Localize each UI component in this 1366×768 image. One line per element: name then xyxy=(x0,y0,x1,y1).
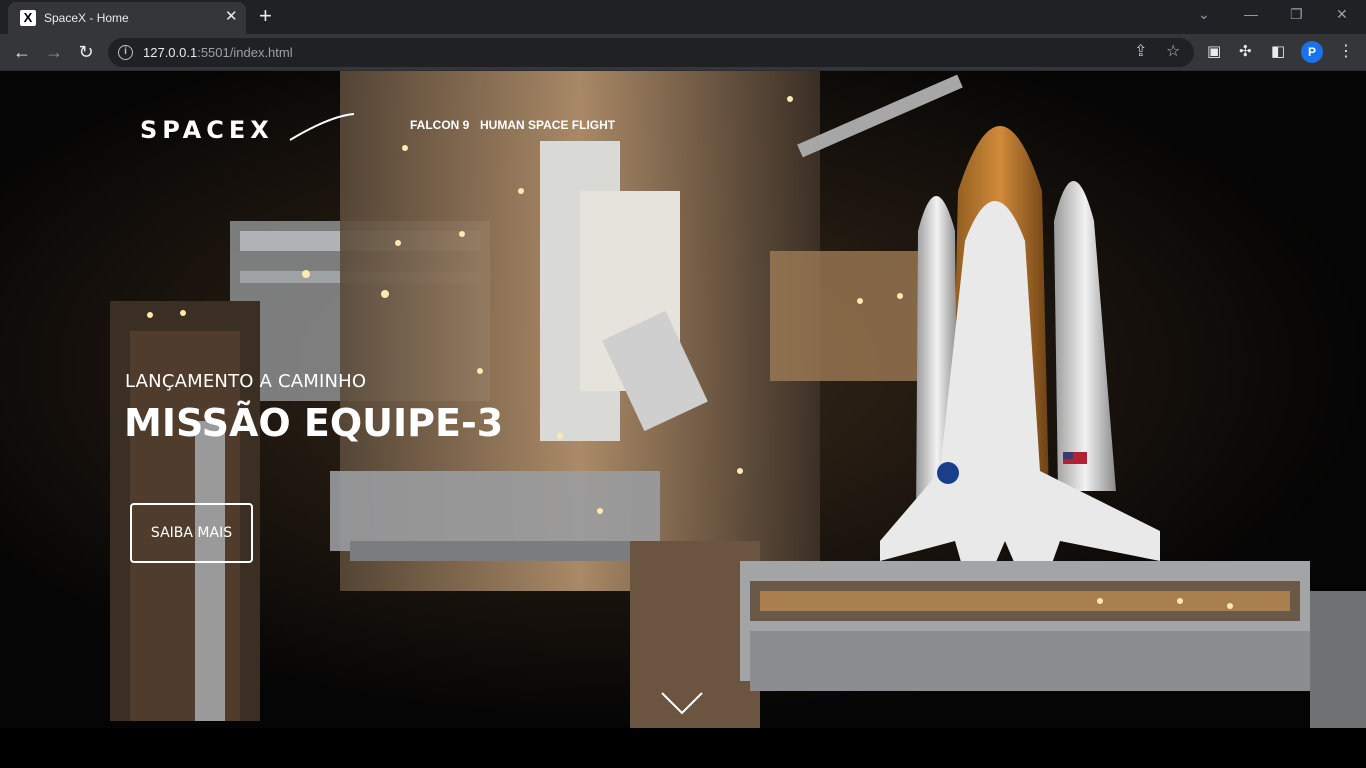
hero-background-image xyxy=(0,71,1366,728)
url-host: 127.0.0.1 xyxy=(143,45,198,60)
logo-wordmark: SPACEX xyxy=(140,116,274,144)
profile-avatar[interactable]: P xyxy=(1301,41,1323,63)
nav-link-human-space-flight[interactable]: HUMAN SPACE FLIGHT xyxy=(480,118,615,132)
share-icon[interactable]: ⇪ xyxy=(1134,43,1147,61)
hero-title: MISSÃO EQUIPE-3 xyxy=(124,401,504,445)
side-panel-icon[interactable]: ◧ xyxy=(1271,42,1285,62)
url-text[interactable]: 127.0.0.1:5501/index.html xyxy=(143,45,293,60)
reload-icon[interactable]: ↻ xyxy=(74,40,98,64)
new-tab-icon[interactable]: + xyxy=(259,4,272,28)
chevron-down-icon[interactable] xyxy=(660,691,704,715)
url-path: :5501/index.html xyxy=(197,45,293,60)
bookmark-star-icon[interactable]: ☆ xyxy=(1166,43,1180,61)
forward-arrow-icon[interactable]: → xyxy=(42,40,66,64)
close-tab-icon[interactable]: ✕ xyxy=(225,9,238,25)
minimize-icon[interactable]: — xyxy=(1244,4,1258,24)
page-bottom-strip xyxy=(0,728,1366,768)
nav-link-falcon-9[interactable]: FALCON 9 xyxy=(410,118,469,132)
back-arrow-icon[interactable]: ← xyxy=(10,40,34,64)
media-icon[interactable]: ▣ xyxy=(1207,42,1221,62)
kebab-menu-icon[interactable]: ⋮ xyxy=(1338,42,1354,62)
close-window-icon[interactable]: ✕ xyxy=(1336,4,1348,24)
browser-tab[interactable]: X SpaceX - Home ✕ xyxy=(8,2,246,34)
restore-icon[interactable]: ❐ xyxy=(1290,4,1303,24)
tab-title: SpaceX - Home xyxy=(44,11,129,25)
tab-strip: X SpaceX - Home ✕ + ⌄ — ❐ ✕ xyxy=(0,0,1366,34)
tab-search-icon[interactable]: ⌄ xyxy=(1198,4,1210,24)
saiba-mais-button[interactable]: SAIBA MAIS xyxy=(130,503,253,563)
spacex-logo[interactable]: SPACEX xyxy=(140,112,356,144)
info-icon[interactable]: i xyxy=(118,45,133,60)
puzzle-icon[interactable]: ✣ xyxy=(1239,42,1252,62)
browser-toolbar: ← → ↻ i 127.0.0.1:5501/index.html ⇪ ☆ ▣ … xyxy=(0,34,1366,71)
hero-subtitle: LANÇAMENTO A CAMINHO xyxy=(125,371,367,392)
spacex-favicon-icon: X xyxy=(20,10,36,26)
address-bar[interactable]: i 127.0.0.1:5501/index.html ⇪ ☆ xyxy=(108,38,1194,67)
page-viewport: SPACEX FALCON 9 HUMAN SPACE FLIGHT LANÇA… xyxy=(0,71,1366,728)
